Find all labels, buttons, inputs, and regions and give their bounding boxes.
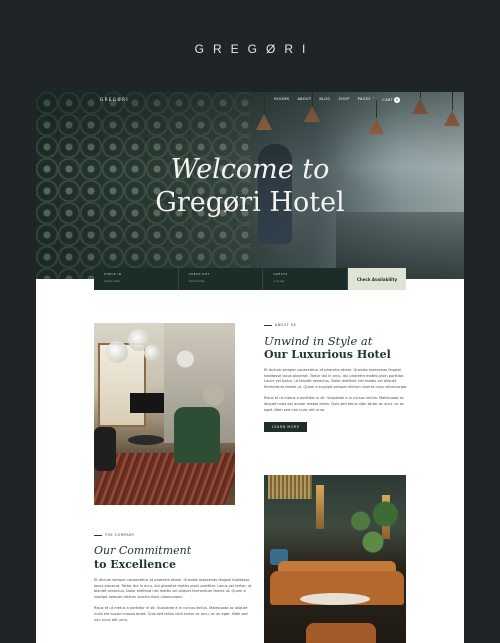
top-navigation: GREGØRI ROOMS ABOUT BLOG SHOP PAGES ˅ CA… xyxy=(36,92,464,108)
coffee-table xyxy=(128,435,164,445)
lounge-photo xyxy=(94,323,235,505)
about-title-bold: Our Luxurious Hotel xyxy=(264,348,391,361)
guests-value: 1 Guest xyxy=(273,279,285,283)
television xyxy=(130,393,164,413)
about-paragraph-2: Risus et ut metus a porttitor in sit. Vu… xyxy=(264,396,404,412)
learn-more-button[interactable]: LEARN MORE xyxy=(264,422,308,433)
commitment-eyebrow: THE COMPANY xyxy=(94,533,254,537)
plants xyxy=(342,493,404,563)
hero-banner: GREGØRI ROOMS ABOUT BLOG SHOP PAGES ˅ CA… xyxy=(36,92,464,279)
cart-label: CART xyxy=(382,98,393,102)
hero-title-line2: Gregøri Hotel xyxy=(155,187,345,218)
front-chair xyxy=(306,623,376,643)
commitment-section: THE COMPANY Our Commitment to Excellence… xyxy=(94,533,254,623)
nav-link-pages[interactable]: PAGES ˅ xyxy=(358,97,375,103)
guests-field[interactable]: GUESTS 1 Guest xyxy=(263,268,349,290)
globe-lamp-icon xyxy=(106,341,128,363)
check-in-value: Select Date xyxy=(104,279,121,283)
about-eyebrow-text: ABOUT US xyxy=(275,323,297,327)
nav-logo[interactable]: GREGØRI xyxy=(100,97,129,102)
nav-link-shop[interactable]: SHOP xyxy=(338,97,349,103)
nav-link-blog[interactable]: BLOG xyxy=(319,97,330,103)
check-out-value: Select Date xyxy=(188,279,205,283)
commitment-title-italic: Our Commitment xyxy=(94,544,192,557)
globe-lamp-icon xyxy=(144,345,160,361)
brand-wordmark: GREGØRI xyxy=(194,42,315,56)
website-preview: GREGØRI ROOMS ABOUT BLOG SHOP PAGES ˅ CA… xyxy=(36,92,464,643)
check-out-label: CHECK OUT xyxy=(188,272,210,276)
booking-bar: CHECK IN Select Date CHECK OUT Select Da… xyxy=(94,268,407,290)
check-in-label: CHECK IN xyxy=(104,272,122,276)
about-title-italic: Unwind in Style at xyxy=(264,334,373,348)
about-eyebrow: ABOUT US xyxy=(264,323,414,327)
bar-lounge-photo xyxy=(264,475,406,643)
commitment-paragraph-1: Et dictum semper consectetur at pharetra… xyxy=(94,578,252,599)
nav-link-rooms[interactable]: ROOMS xyxy=(274,97,289,103)
nav-link-cart[interactable]: CART 0 xyxy=(382,97,400,103)
nav-link-about[interactable]: ABOUT xyxy=(297,97,311,103)
commitment-paragraph-2: Risus et ut metus a porttitor in sit. Vu… xyxy=(94,606,248,622)
green-armchair xyxy=(174,407,220,463)
guests-label: GUESTS xyxy=(273,272,288,276)
check-out-field[interactable]: CHECK OUT Select Date xyxy=(179,268,264,290)
round-table xyxy=(300,593,370,605)
black-armchair xyxy=(94,427,116,471)
commitment-title-bold: to Excellence xyxy=(94,558,176,571)
hero-title-line1: Welcome to xyxy=(170,154,330,185)
about-section: ABOUT US Unwind in Style at Our Luxuriou… xyxy=(264,323,414,433)
wall-sconce xyxy=(316,485,324,529)
cart-count-badge: 0 xyxy=(394,97,400,103)
check-in-field[interactable]: CHECK IN Select Date xyxy=(94,268,179,290)
check-availability-button[interactable]: Check Availability xyxy=(348,268,407,290)
chandelier xyxy=(268,475,312,499)
hero-overlay xyxy=(36,92,464,279)
about-paragraph-1: Et dictum semper consectetur at pharetra… xyxy=(264,368,408,389)
nav-links: ROOMS ABOUT BLOG SHOP PAGES ˅ CART 0 xyxy=(274,97,400,103)
commitment-eyebrow-text: THE COMPANY xyxy=(105,533,135,537)
